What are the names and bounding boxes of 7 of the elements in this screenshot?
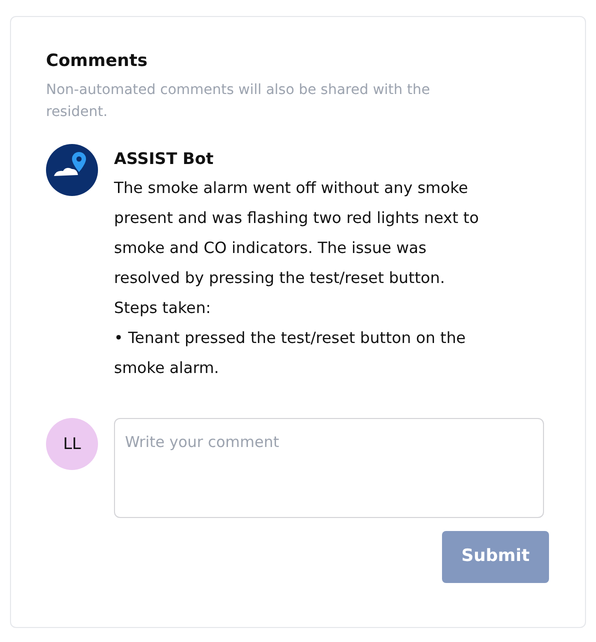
user-avatar: LL [46, 418, 98, 470]
comment-field[interactable]: Write your comment [114, 418, 544, 518]
bot-logo-icon [46, 144, 98, 196]
comment-author: ASSIST Bot [114, 148, 215, 170]
section-title: Comments [46, 50, 148, 73]
comment-text: The smoke alarm went off without any smoke present and was flashing two red lights next to smoke and CO indicators. The issue was resolved by pressing the test/reset button. Steps taken: • Tenant pressed the test/reset button on the smoke alarm. [114, 178, 479, 379]
section-subtitle: Non-automated comments will also be shared with the resident. [46, 81, 431, 122]
